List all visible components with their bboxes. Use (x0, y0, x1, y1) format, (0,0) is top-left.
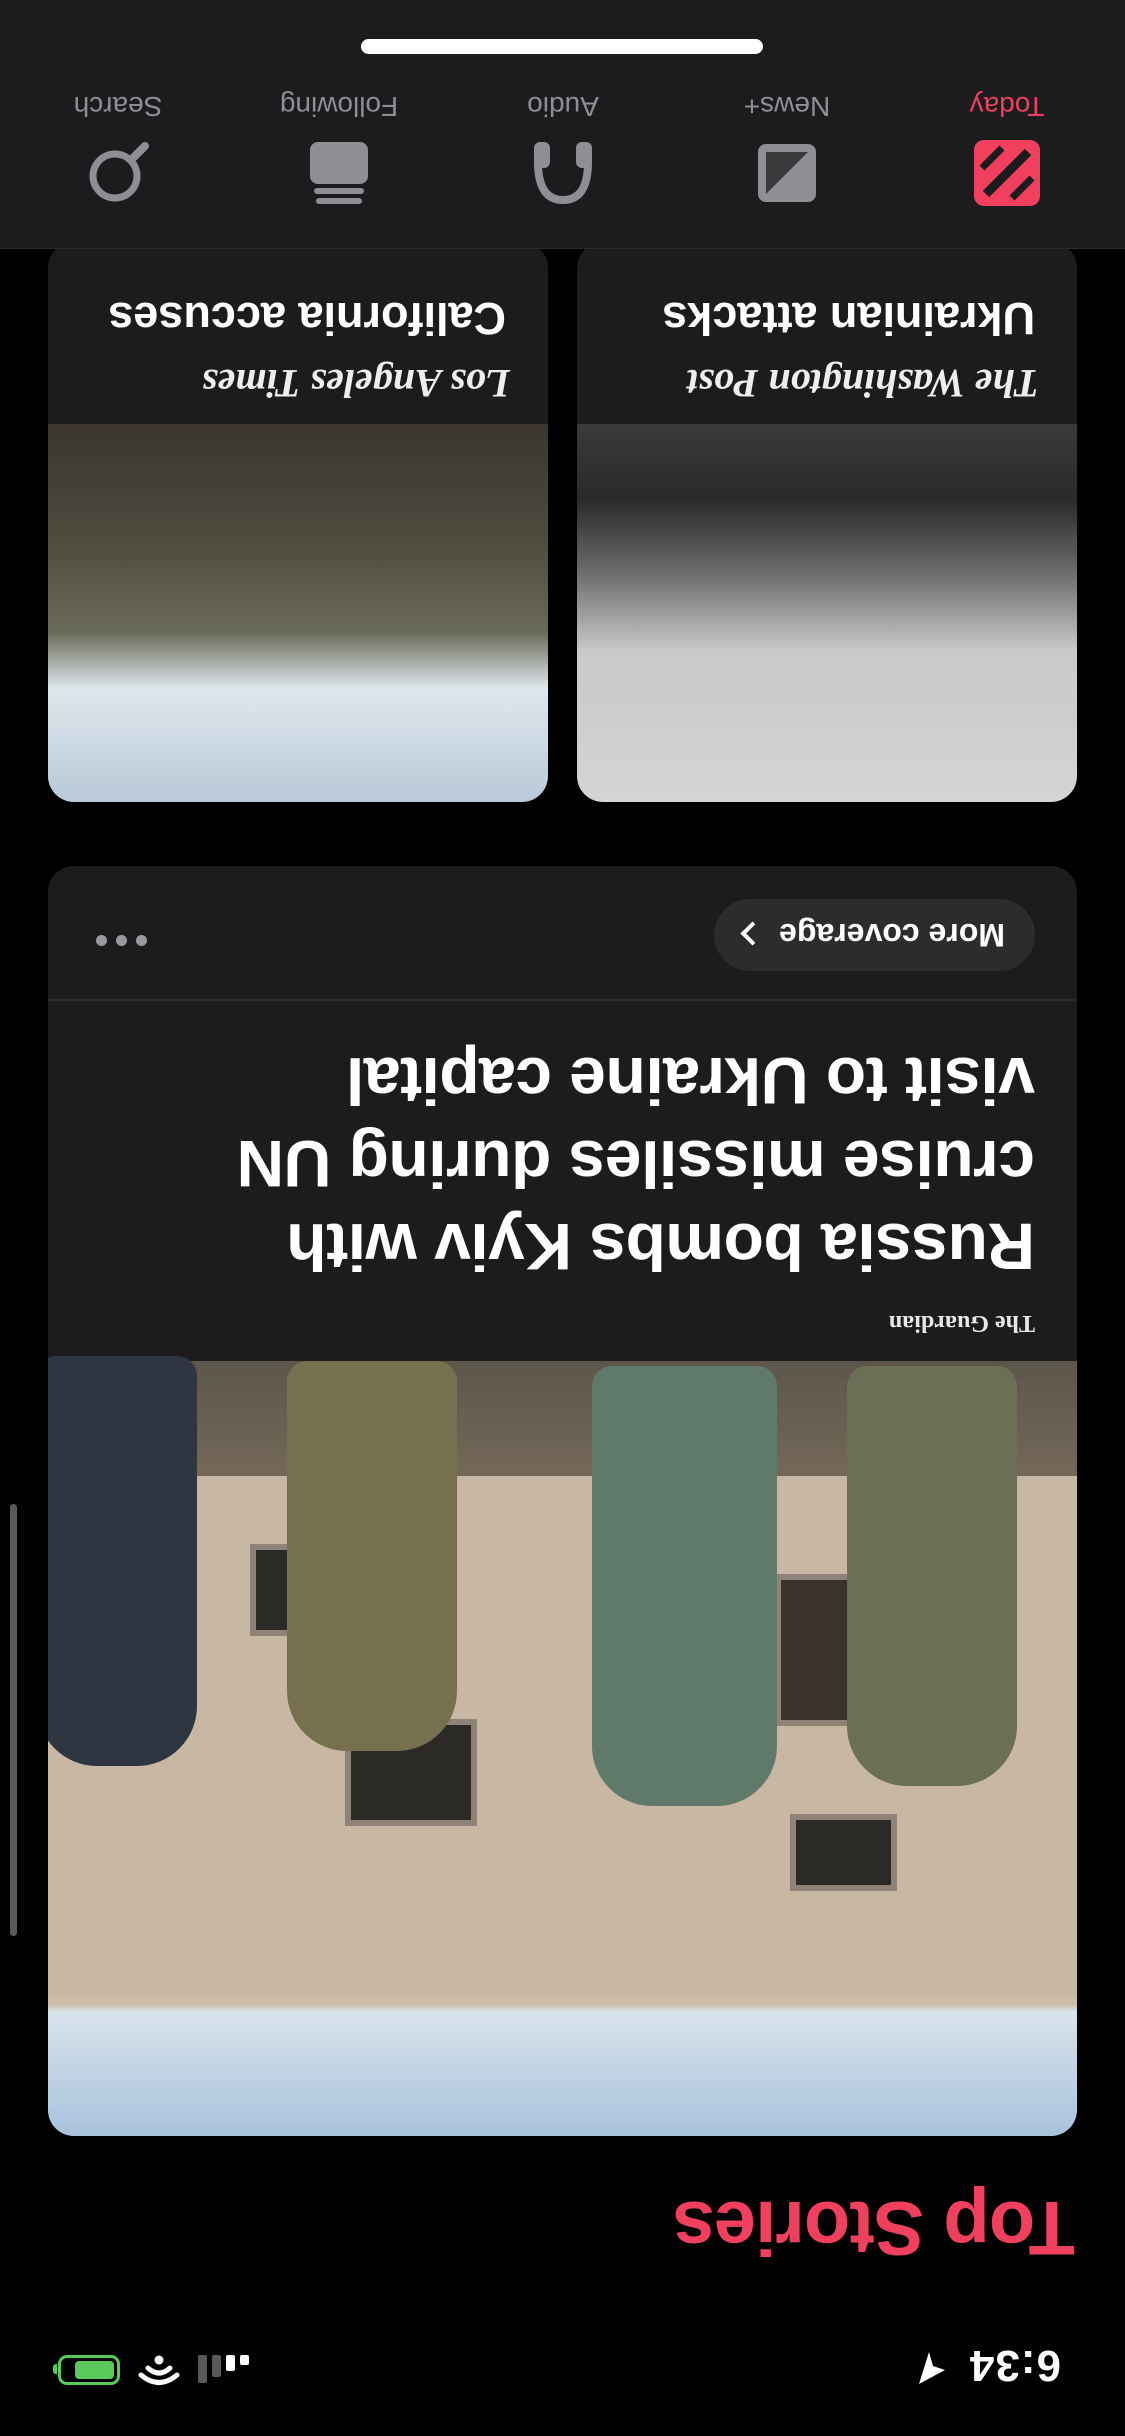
status-indicators (58, 2354, 249, 2386)
hero-story-card[interactable]: The Guardian Russia bombs Kyiv with crui… (48, 866, 1077, 2136)
headphones-icon (528, 138, 598, 208)
tab-news-plus[interactable]: News+ (717, 90, 857, 208)
more-options-button[interactable] (96, 935, 147, 946)
story-image-2 (48, 424, 548, 802)
story-source-2: Los Angeles Times (201, 361, 510, 406)
story-headline-1[interactable]: Ukrainian attacks (662, 292, 1035, 344)
home-indicator[interactable] (361, 39, 764, 54)
tab-label: Today (969, 91, 1045, 122)
hero-story-image (48, 1356, 1077, 2136)
status-time: 6:34 (968, 2341, 1061, 2390)
search-icon (83, 138, 153, 208)
news-plus-icon (752, 138, 822, 208)
tab-bar: Today News+ Audio Following Search (0, 0, 1125, 249)
tab-audio[interactable]: Audio (493, 90, 633, 208)
section-title: Top Stories (673, 2185, 1075, 2270)
wifi-icon (138, 2355, 180, 2385)
tab-following[interactable]: Following (269, 90, 409, 208)
story-image-1 (577, 424, 1077, 802)
screen-rotated-180: 6:34 Top Stories The Guardian Russia bom… (0, 0, 1125, 2436)
tab-search[interactable]: Search (48, 90, 188, 208)
following-icon (304, 138, 374, 208)
more-coverage-button[interactable]: More coverage (714, 899, 1035, 971)
scrollbar[interactable] (10, 1504, 17, 1936)
story-source-1: The Washington Post (687, 361, 1039, 406)
location-arrow-icon (919, 2352, 945, 2384)
news-today-icon (972, 138, 1042, 208)
tab-label: Search (73, 91, 163, 122)
tab-today[interactable]: Today (937, 90, 1077, 208)
chevron-right-icon (740, 921, 765, 947)
tab-label: News+ (743, 91, 831, 122)
more-coverage-label: More coverage (779, 917, 1005, 954)
story-headline-2[interactable]: California accuses (108, 292, 506, 344)
hero-story-source: The Guardian (888, 1310, 1035, 1336)
hero-story-headline[interactable]: Russia bombs Kyiv with cruise missiles d… (115, 1039, 1035, 1288)
card-divider (48, 999, 1077, 1001)
tab-label: Audio (527, 91, 599, 122)
ellipsis-icon (136, 935, 147, 946)
battery-icon (58, 2355, 120, 2385)
story-card-2[interactable]: Los Angeles Times California accuses (48, 242, 548, 802)
story-card-1[interactable]: The Washington Post Ukrainian attacks (577, 242, 1077, 802)
status-bar: 6:34 (0, 2306, 1125, 2436)
cellular-signal-icon (198, 2355, 249, 2385)
tab-label: Following (279, 91, 399, 122)
